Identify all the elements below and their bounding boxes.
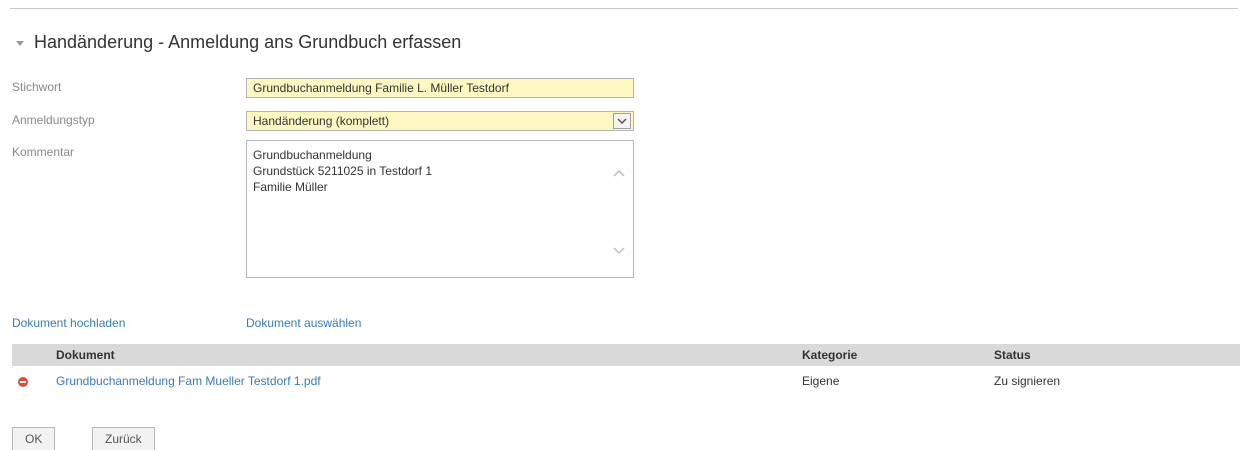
remove-cell	[12, 366, 50, 396]
documents-table: Dokument Kategorie Status Grundbuchanmel…	[12, 344, 1240, 396]
document-name-cell: Grundbuchanmeldung Fam Mueller Testdorf …	[50, 366, 796, 396]
scroll-up-icon[interactable]	[611, 167, 627, 179]
kommentar-text: Grundbuchanmeldung Grundstück 5211025 in…	[253, 148, 433, 194]
anmeldungstyp-label: Anmeldungstyp	[12, 113, 95, 127]
zurueck-button[interactable]: Zurück	[92, 427, 155, 450]
anmeldungstyp-selected-value: Handänderung (komplett)	[253, 114, 390, 128]
chevron-down-icon[interactable]	[613, 113, 631, 129]
table-header-row: Dokument Kategorie Status	[12, 344, 1240, 366]
header-kategorie[interactable]: Kategorie	[796, 344, 988, 366]
header-icon-column	[12, 344, 50, 366]
document-kategorie: Eigene	[802, 374, 840, 388]
top-divider	[10, 8, 1238, 9]
ok-button[interactable]: OK	[12, 427, 56, 450]
stichwort-input[interactable]	[246, 78, 634, 98]
kommentar-textarea[interactable]: Grundbuchanmeldung Grundstück 5211025 in…	[246, 140, 634, 278]
stichwort-label: Stichwort	[12, 80, 62, 94]
dokument-hochladen-link[interactable]: Dokument hochladen	[12, 316, 125, 330]
section-title: Handänderung - Anmeldung ans Grundbuch e…	[34, 32, 462, 52]
header-status[interactable]: Status	[988, 344, 1240, 366]
remove-icon[interactable]	[18, 376, 28, 387]
document-link[interactable]: Grundbuchanmeldung Fam Mueller Testdorf …	[56, 374, 321, 388]
collapse-triangle-icon[interactable]	[16, 40, 24, 46]
header-dokument[interactable]: Dokument	[50, 344, 796, 366]
dokument-auswaehlen-link[interactable]: Dokument auswählen	[246, 316, 361, 330]
page: Handänderung - Anmeldung ans Grundbuch e…	[0, 0, 1243, 450]
scroll-down-icon[interactable]	[611, 245, 627, 257]
table-row: Grundbuchanmeldung Fam Mueller Testdorf …	[12, 366, 1240, 396]
kommentar-label: Kommentar	[12, 145, 75, 159]
document-status: Zu signieren	[994, 374, 1061, 388]
anmeldungstyp-select[interactable]: Handänderung (komplett)	[246, 111, 634, 131]
section-header[interactable]: Handänderung - Anmeldung ans Grundbuch e…	[16, 32, 461, 53]
